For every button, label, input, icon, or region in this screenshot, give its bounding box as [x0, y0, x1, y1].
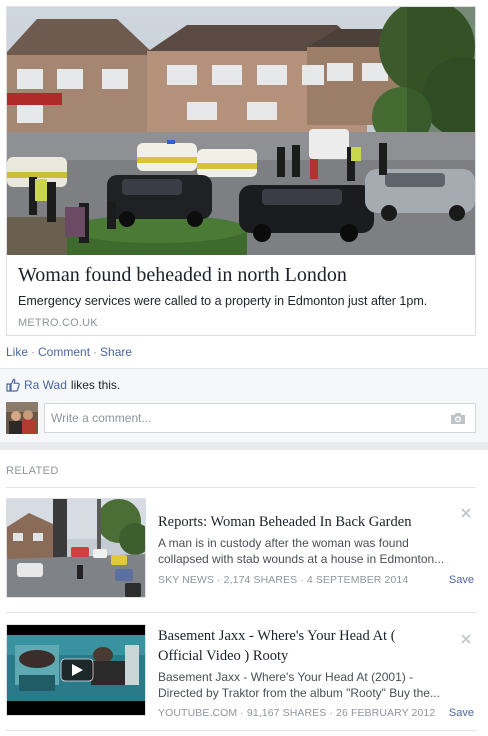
like-link[interactable]: Like: [6, 345, 28, 359]
related-title-link[interactable]: Basement Jaxx - Where's Your Head At ( O…: [158, 626, 438, 666]
related-title-link[interactable]: Reports: Woman Beheaded In Back Garden: [158, 512, 438, 532]
divider-line: [6, 487, 476, 488]
save-button[interactable]: Save: [449, 707, 474, 719]
play-icon[interactable]: [60, 658, 94, 682]
related-thumbnail[interactable]: [6, 498, 146, 598]
related-video-thumbnail[interactable]: [6, 624, 146, 716]
camera-icon[interactable]: [450, 412, 466, 425]
comment-box: [44, 403, 476, 433]
story-description: Emergency services were called to a prop…: [18, 294, 428, 308]
likes-sentence: Ra Wad likes this.: [6, 378, 120, 392]
likes-text: likes this.: [70, 378, 121, 392]
related-description: Basement Jaxx - Where's Your Head At (20…: [158, 670, 440, 700]
share-link[interactable]: Share: [100, 345, 132, 359]
comment-link[interactable]: Comment: [38, 345, 90, 359]
section-divider: [0, 442, 488, 450]
divider-line: [6, 730, 476, 731]
related-item[interactable]: Reports: Woman Beheaded In Back Garden A…: [6, 498, 476, 602]
divider-line: [6, 612, 476, 613]
story-title[interactable]: Woman found beheaded in north London: [18, 264, 347, 287]
close-icon[interactable]: [460, 506, 472, 518]
story-source: METRO.CO.UK: [18, 317, 98, 329]
related-item[interactable]: Basement Jaxx - Where's Your Head At ( O…: [6, 624, 476, 720]
separator: ·: [93, 345, 98, 359]
story-actions: Like · Comment · Share: [6, 345, 132, 359]
related-meta: YOUTUBE.COM · 91,167 SHARES · 26 FEBRUAR…: [158, 707, 436, 719]
avatar[interactable]: [6, 402, 38, 434]
separator: ·: [31, 345, 36, 359]
shared-link-card[interactable]: Woman found beheaded in north London Eme…: [6, 6, 476, 336]
related-header: RELATED: [6, 465, 59, 477]
save-button[interactable]: Save: [449, 574, 474, 586]
close-icon[interactable]: [460, 632, 472, 644]
related-description: A man is in custody after the woman was …: [158, 536, 445, 566]
like-thumb-icon: [6, 378, 20, 392]
liker-name-link[interactable]: Ra Wad: [24, 378, 67, 392]
related-meta: SKY NEWS · 2,174 SHARES · 4 SEPTEMBER 20…: [158, 574, 409, 586]
comment-input[interactable]: [45, 404, 440, 432]
story-photo[interactable]: [7, 7, 475, 255]
feedback-panel: Ra Wad likes this.: [0, 368, 488, 442]
